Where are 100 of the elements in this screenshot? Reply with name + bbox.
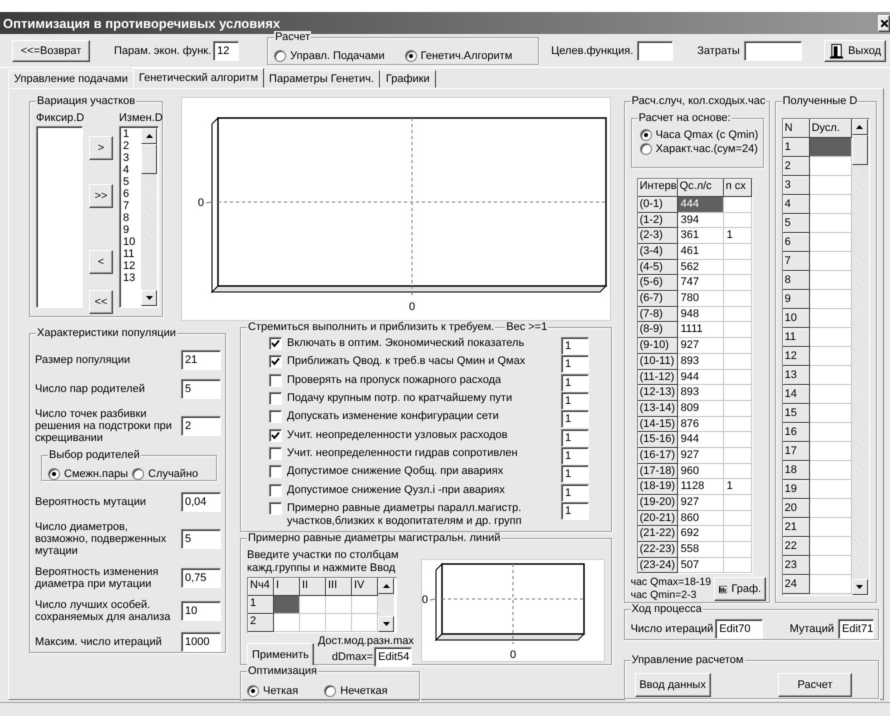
checkbox[interactable]: [269, 355, 282, 368]
graph-button[interactable]: Граф.: [714, 577, 766, 601]
table-cell[interactable]: 944: [678, 370, 724, 386]
scrollbar[interactable]: [378, 578, 394, 632]
table-cell[interactable]: [810, 404, 852, 423]
list-item[interactable]: 13: [123, 272, 141, 284]
move-button[interactable]: >: [89, 136, 113, 160]
table-cell[interactable]: [810, 252, 852, 271]
table-cell[interactable]: 780: [678, 291, 724, 307]
table-cell[interactable]: 876: [678, 416, 724, 432]
checkbox[interactable]: [269, 428, 282, 442]
table-cell[interactable]: 747: [678, 275, 724, 292]
list-box[interactable]: [36, 126, 83, 308]
list-item[interactable]: 9: [123, 224, 141, 236]
scrollbar[interactable]: [852, 119, 868, 595]
text-field[interactable]: 12: [213, 40, 240, 60]
table-cell[interactable]: [810, 575, 852, 594]
radio-label[interactable]: Характ.час.(сум=24): [656, 143, 758, 155]
radio-label[interactable]: Часа Qmax (с Qmin): [656, 129, 758, 141]
table-cell[interactable]: [810, 328, 852, 347]
checkbox-label[interactable]: Проверять на пропуск пожарного расхода: [287, 374, 556, 387]
checkbox-label[interactable]: Включать в оптим. Экономический показатель: [287, 337, 556, 350]
table-cell[interactable]: [810, 214, 852, 233]
table-cell[interactable]: [810, 442, 852, 461]
table-cell[interactable]: 860: [678, 510, 724, 526]
action-button[interactable]: Ввод данных: [634, 672, 711, 696]
table-cell[interactable]: [300, 596, 326, 614]
checkbox[interactable]: [269, 410, 282, 424]
table-cell[interactable]: [274, 614, 300, 632]
table-cell[interactable]: [326, 614, 352, 632]
list-item[interactable]: 11: [123, 248, 141, 260]
text-field[interactable]: 0,04: [181, 492, 221, 512]
list-item[interactable]: 4: [123, 164, 141, 176]
checkbox-label[interactable]: Допустимое снижение Qузл.i -при авариях: [287, 484, 556, 497]
table-cell[interactable]: [810, 366, 852, 385]
table-cell[interactable]: [810, 347, 852, 366]
tab[interactable]: Генетический алгоритм: [132, 68, 264, 88]
scroll-down-button[interactable]: [378, 616, 394, 632]
radio-label[interactable]: Случайно: [148, 468, 198, 480]
list-box[interactable]: 1 2 3 4 5 6 7 8 9 10 11 12 13: [119, 126, 159, 308]
table-cell[interactable]: [810, 518, 852, 537]
list-item[interactable]: 5: [123, 176, 141, 188]
radio-button[interactable]: [247, 685, 259, 697]
checkbox-label[interactable]: Учит. неопределенности гидрав сопротивлен: [287, 446, 556, 460]
list-item[interactable]: 2: [123, 140, 141, 152]
table-cell[interactable]: [810, 537, 852, 556]
table-cell[interactable]: 692: [678, 526, 724, 542]
table-cell[interactable]: [300, 614, 326, 632]
table-cell[interactable]: 1111: [678, 322, 724, 338]
scroll-up-button[interactable]: [378, 578, 394, 594]
radio-button[interactable]: [324, 685, 336, 697]
weight-field[interactable]: 1: [561, 484, 589, 502]
checkbox-label[interactable]: Допускать изменение конфигурации сети: [287, 410, 556, 424]
text-field[interactable]: 5: [181, 379, 221, 399]
move-button[interactable]: <: [89, 250, 113, 274]
scroll-up-button[interactable]: [852, 119, 868, 135]
list-item[interactable]: 10: [123, 236, 141, 248]
weight-field[interactable]: 1: [561, 374, 589, 392]
weight-field[interactable]: 1: [561, 465, 589, 484]
table-cell[interactable]: 944: [678, 432, 724, 448]
table-cell[interactable]: 1128: [678, 479, 724, 496]
weight-field[interactable]: 1: [561, 446, 589, 465]
table-cell[interactable]: [352, 596, 378, 614]
back-button[interactable]: <<=Возврат: [12, 40, 90, 62]
scroll-down-button[interactable]: [141, 290, 157, 306]
table-cell[interactable]: [810, 290, 852, 309]
table-cell[interactable]: 927: [678, 495, 724, 511]
action-button[interactable]: Расчет: [778, 672, 852, 696]
table-cell[interactable]: 558: [678, 542, 724, 558]
radio-label[interactable]: Четкая: [263, 685, 298, 697]
checkbox-label[interactable]: Приближать Qвод. к треб.в часы Qмин и Qмах: [287, 355, 556, 368]
checkbox[interactable]: [269, 374, 282, 387]
list-item[interactable]: 7: [123, 200, 141, 212]
table-cell[interactable]: 927: [678, 448, 724, 464]
table-cell[interactable]: [274, 596, 300, 614]
table-cell[interactable]: 361: [678, 228, 724, 244]
table-cell[interactable]: [326, 596, 352, 614]
text-field[interactable]: 10: [181, 601, 221, 621]
radio-button[interactable]: [404, 50, 417, 62]
table-cell[interactable]: 893: [678, 385, 724, 401]
table-cell[interactable]: [352, 614, 378, 632]
scroll-thumb[interactable]: [141, 144, 157, 174]
weight-field[interactable]: 1: [561, 392, 589, 410]
scroll-thumb[interactable]: [852, 135, 868, 165]
checkbox-label[interactable]: Подачу крупным потр. по кратчайшему пути: [287, 392, 556, 405]
radio-label[interactable]: Управл. Подачами: [290, 50, 385, 62]
checkbox[interactable]: [269, 337, 282, 350]
tab[interactable]: Управление подачами: [8, 70, 134, 88]
text-field[interactable]: Edit71: [838, 619, 874, 639]
checkbox[interactable]: [269, 392, 282, 405]
list-item[interactable]: 12: [123, 260, 141, 272]
tab[interactable]: Параметры Генетич.: [263, 70, 380, 88]
list-item[interactable]: 8: [123, 212, 141, 224]
checkbox[interactable]: [269, 465, 282, 478]
scrollbar[interactable]: [141, 128, 157, 306]
radio-label[interactable]: Генетич.Алгоритм: [420, 50, 512, 62]
table-cell[interactable]: 927: [678, 338, 724, 354]
table-cell[interactable]: 893: [678, 354, 724, 370]
text-field[interactable]: 21: [181, 350, 221, 370]
table-cell[interactable]: 562: [678, 260, 724, 276]
